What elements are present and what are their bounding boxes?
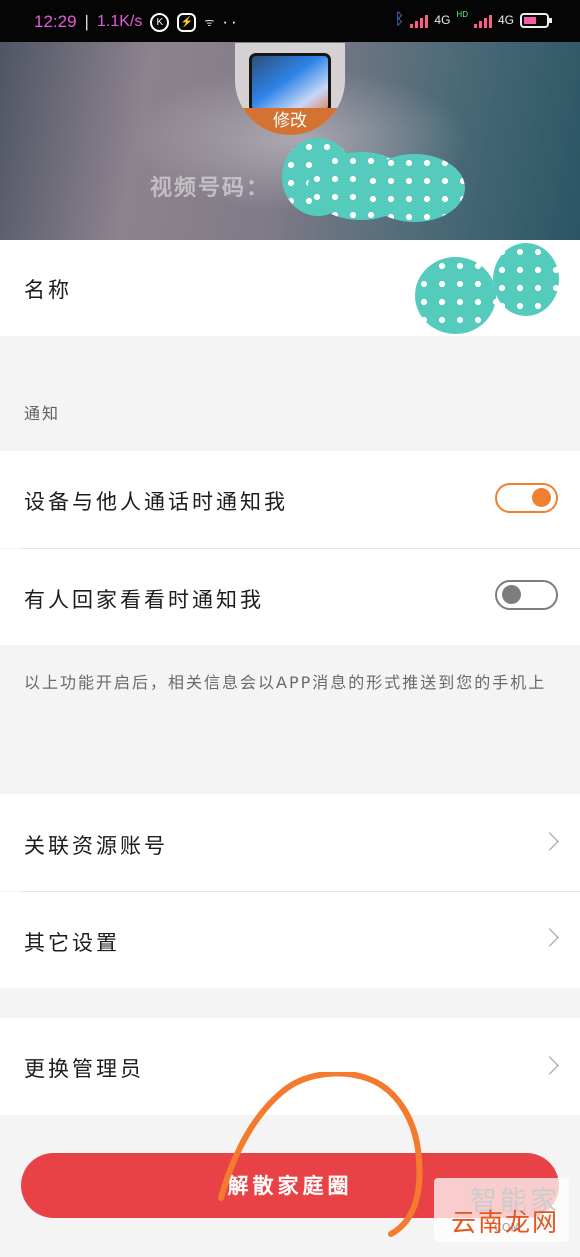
call-notification-row[interactable]: 设备与他人通话时通知我 [0, 451, 580, 548]
linked-account-label: 关联资源账号 [24, 834, 168, 858]
change-admin-row[interactable]: 更换管理员 [0, 1018, 580, 1115]
watermark-bottom-text: 云南龙网 [450, 1208, 559, 1237]
home-notification-toggle[interactable] [495, 580, 558, 610]
home-notification-row[interactable]: 有人回家看看时通知我 [0, 549, 580, 645]
chevron-right-icon [540, 832, 559, 851]
name-label: 名称 [24, 278, 72, 302]
chevron-right-icon [540, 1056, 559, 1075]
change-admin-label: 更换管理员 [24, 1057, 144, 1081]
other-settings-label: 其它设置 [24, 931, 120, 955]
notification-section-heading: 通知 [24, 404, 61, 423]
profile-header: 修改 视频号码： [0, 42, 580, 240]
video-id-label: 视频号码： [150, 175, 271, 201]
privacy-mask [493, 243, 559, 316]
privacy-mask [415, 257, 496, 334]
status-bar: 12:29 | 1.1K/s K ⚡ ᯤ ·· ᛒ 4G HD 4G [0, 0, 580, 42]
wifi-icon: ᯤ [204, 16, 215, 29]
linked-account-row[interactable]: 关联资源账号 [0, 794, 580, 891]
battery-icon [520, 12, 552, 28]
shield-icon: ⚡ [177, 12, 197, 32]
device-image [249, 53, 331, 113]
privacy-mask [364, 154, 465, 222]
chevron-right-icon [540, 928, 559, 947]
other-settings-row[interactable]: 其它设置 [0, 892, 580, 988]
signal-icon [410, 13, 429, 28]
status-bar-right: ᛒ 4G HD 4G [394, 9, 552, 29]
call-notification-label: 设备与他人通话时通知我 [24, 490, 288, 514]
website-watermark: 智能家 COM 云南龙网 [434, 1178, 569, 1242]
k-icon: K [150, 12, 170, 32]
edit-avatar-label[interactable]: 修改 [235, 108, 345, 135]
notification-description: 以上功能开启后，相关信息会以APP消息的形式推送到您的手机上 [24, 673, 547, 692]
call-notification-toggle[interactable] [495, 483, 558, 513]
network-type-label: 4G [434, 13, 451, 27]
network-speed: 1.1K/s [96, 13, 143, 30]
more-icon: ·· [222, 12, 240, 31]
bluetooth-icon: ᛒ [394, 11, 405, 28]
network-type-label-secondary: 4G [497, 13, 514, 27]
hd-label: HD [456, 9, 468, 19]
status-bar-left: 12:29 | 1.1K/s K ⚡ ᯤ ·· [34, 12, 240, 32]
status-time: 12:29 [34, 12, 77, 31]
home-notification-label: 有人回家看看时通知我 [24, 588, 264, 612]
device-avatar[interactable]: 修改 [235, 43, 345, 135]
status-divider: | [84, 12, 89, 31]
signal-icon-secondary [473, 13, 492, 28]
